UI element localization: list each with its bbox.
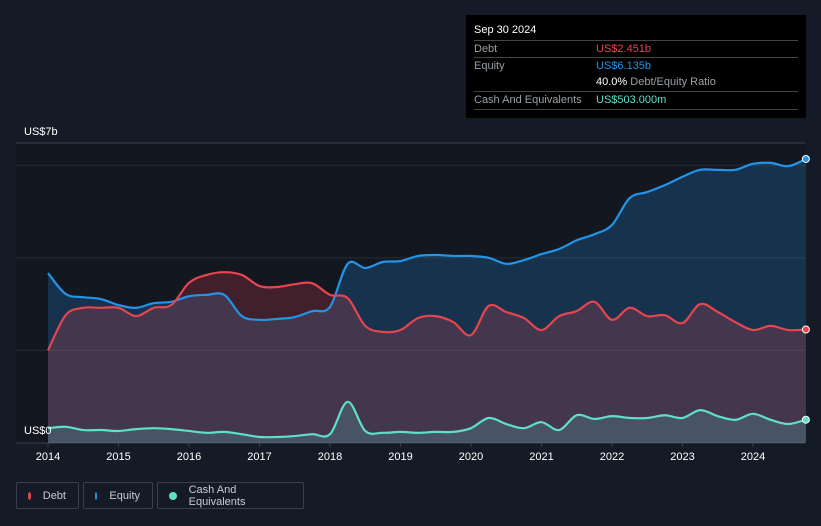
x-tick-label: 2017 bbox=[247, 451, 272, 463]
x-tick-label: 2024 bbox=[740, 451, 766, 463]
x-tick-label: 2016 bbox=[176, 451, 202, 463]
tooltip-ratio-row: 40.0% Debt/Equity Ratio bbox=[474, 74, 798, 91]
legend-equity[interactable]: Equity bbox=[83, 482, 153, 509]
tooltip-cash-label: Cash And Equivalents bbox=[474, 94, 582, 106]
tooltip-cash-value: US$503.000m bbox=[596, 94, 667, 106]
x-tick-label: 2021 bbox=[529, 451, 554, 463]
x-tick-label: 2015 bbox=[106, 451, 131, 463]
tooltip-debt-value: US$2.451b bbox=[596, 43, 652, 55]
tooltip-ratio: 40.0% Debt/Equity Ratio bbox=[596, 76, 716, 88]
cash-endpoint bbox=[801, 415, 810, 424]
x-tick-label: 2020 bbox=[458, 451, 484, 463]
legend-cash[interactable]: Cash And Equivalents bbox=[157, 482, 304, 509]
x-tick-label: 2018 bbox=[317, 451, 343, 463]
debt-dot-icon bbox=[28, 491, 31, 500]
equity-endpoint bbox=[801, 154, 810, 163]
tooltip-ratio-value: 40.0% bbox=[596, 76, 628, 88]
legend-equity-label: Equity bbox=[109, 489, 140, 502]
x-tick-label: 2014 bbox=[35, 451, 61, 463]
tooltip-date: Sep 30 2024 bbox=[474, 24, 537, 36]
tooltip-debt-row: Debt US$2.451b bbox=[474, 40, 798, 58]
x-tick-label: 2023 bbox=[670, 451, 695, 463]
tooltip-ratio-label: Debt/Equity Ratio bbox=[630, 76, 716, 88]
legend-debt[interactable]: Debt bbox=[16, 482, 79, 509]
x-tick-label: 2022 bbox=[599, 451, 625, 463]
tooltip-equity-value: US$6.135b bbox=[596, 60, 652, 72]
y-axis-zero-label: US$0 bbox=[24, 425, 52, 437]
legend-debt-label: Debt bbox=[42, 489, 66, 502]
tooltip: Sep 30 2024 Debt US$2.451b Equity US$6.1… bbox=[466, 15, 806, 118]
tooltip-debt-label: Debt bbox=[474, 43, 498, 55]
legend-cash-label: Cash And Equivalents bbox=[188, 483, 246, 508]
tooltip-cash-row: Cash And Equivalents US$503.000m bbox=[474, 91, 798, 110]
y-axis-top-label: US$7b bbox=[24, 126, 58, 138]
cash-dot-icon bbox=[169, 491, 177, 500]
tooltip-equity-label: Equity bbox=[474, 60, 505, 72]
tooltip-equity-row: Equity US$6.135b bbox=[474, 57, 798, 75]
x-tick-label: 2019 bbox=[388, 451, 413, 463]
debt-endpoint bbox=[801, 325, 810, 334]
equity-dot-icon bbox=[95, 491, 98, 500]
